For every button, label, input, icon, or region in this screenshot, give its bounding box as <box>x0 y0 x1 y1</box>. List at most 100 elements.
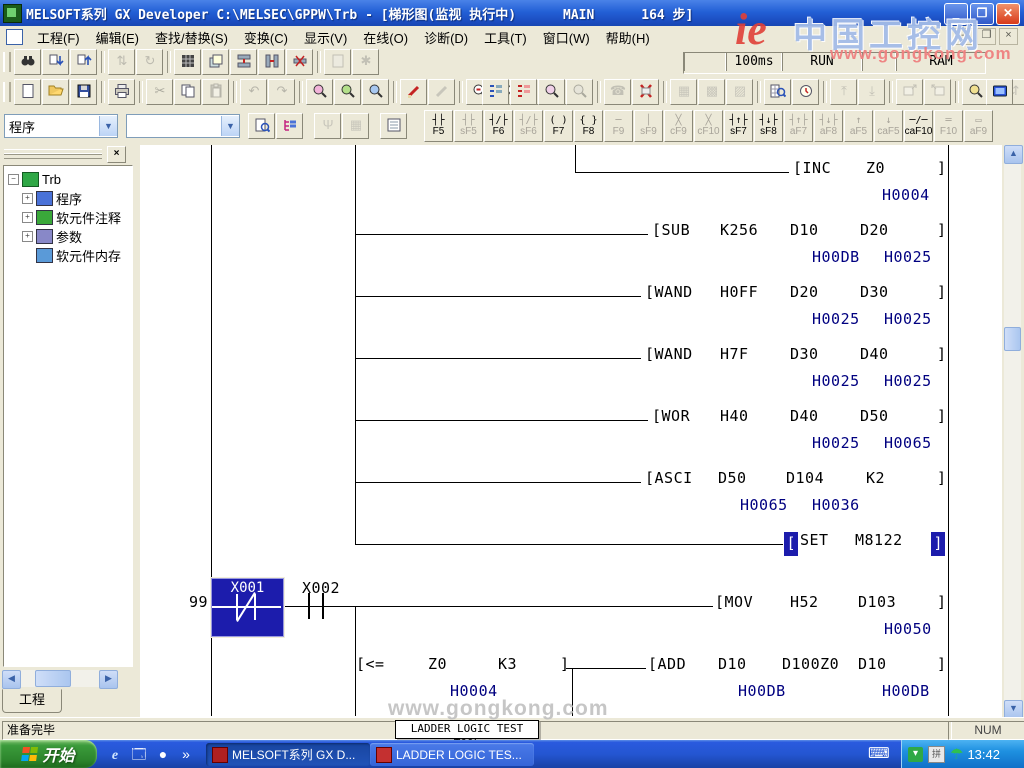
tb2-monitor-magnifier3-button[interactable] <box>362 79 389 105</box>
tb2-device-test2-button[interactable]: ▩ <box>698 79 725 105</box>
tb2-ladder-tree-red-button[interactable] <box>510 79 537 105</box>
tb2-copy-button[interactable] <box>174 79 201 105</box>
menu-item-9[interactable]: 帮助(H) <box>598 26 658 49</box>
fkey-button-F7[interactable]: ( )F7 <box>544 110 573 142</box>
project-tab[interactable]: 工程 <box>2 689 62 713</box>
tree-expand-icon[interactable]: + <box>22 193 33 204</box>
fkey-button-cF9[interactable]: ╳cF9 <box>664 110 693 142</box>
tb1-row-delete-button[interactable] <box>286 49 313 75</box>
fkey-button-aF9[interactable]: ▭aF9 <box>964 110 993 142</box>
menu-item-8[interactable]: 窗口(W) <box>535 26 598 49</box>
ladder-editor[interactable]: [INCZ0]H0004[SUBK256D10D20]H00DBH0025[WA… <box>140 145 1002 717</box>
tb2-window-jump2-button[interactable] <box>924 79 951 105</box>
scrollbar-thumb[interactable] <box>35 670 71 687</box>
panel-close-button[interactable]: × <box>107 146 126 163</box>
tb2-yellow-magnifier-button[interactable] <box>962 79 989 105</box>
tb1-hand-button[interactable]: ✱ <box>352 49 379 75</box>
tb1-binoculars-button[interactable] <box>14 49 41 75</box>
contact-x001-selected-cell[interactable]: X001 <box>211 578 284 637</box>
tb2-redo-button[interactable]: ↷ <box>268 79 295 105</box>
tb2-clock-magnifier-button[interactable] <box>792 79 819 105</box>
scroll-left-icon[interactable]: ◀ <box>2 670 21 689</box>
tree-expand-icon[interactable]: − <box>8 174 19 185</box>
fkey-button-aF8[interactable]: ┤↓├aF8 <box>814 110 843 142</box>
fkey-button-sF5[interactable]: ┤├sF5 <box>454 110 483 142</box>
ladder-logic-test-tool-window[interactable]: LADDER LOGIC TEST TOOL <box>395 720 539 739</box>
menu-item-5[interactable]: 在线(O) <box>355 26 416 49</box>
tb2-no-entry-button[interactable] <box>632 79 659 105</box>
tree-item-root[interactable]: −Trb <box>8 170 132 189</box>
keyboard-icon[interactable]: ⌨ <box>868 745 886 763</box>
menu-item-6[interactable]: 诊断(D) <box>416 26 476 49</box>
tb2-paste-button[interactable] <box>202 79 229 105</box>
tb2-pencil-gray-button[interactable] <box>428 79 455 105</box>
tb2-monitor-start-button[interactable] <box>538 79 565 105</box>
fkey-button-F6[interactable]: ┤/├F6 <box>484 110 513 142</box>
toolbar-grip[interactable] <box>3 82 11 102</box>
taskbar-task-0[interactable]: MELSOFT系列 GX D... <box>206 743 370 766</box>
tb2-ladder-tree-button[interactable] <box>482 79 509 105</box>
tb2-device-phone-button[interactable]: ☎ <box>604 79 631 105</box>
tb2-cut-button[interactable]: ✂ <box>146 79 173 105</box>
tb2-open-folder-button[interactable] <box>42 79 69 105</box>
quick-launch-overflow[interactable]: » <box>180 745 192 763</box>
desktop-icon[interactable]: 🗔 <box>130 745 148 763</box>
ladder-vertical-scrollbar[interactable]: ▲ ▼ <box>1004 145 1021 717</box>
tb2-blue-screen-button[interactable] <box>986 79 1013 105</box>
ie-icon[interactable]: e <box>106 745 124 763</box>
tb1-find-next-button[interactable] <box>42 49 69 75</box>
tb2-save-button[interactable] <box>70 79 97 105</box>
input-method-icon[interactable]: 拼 <box>928 746 945 763</box>
start-button[interactable]: 开始 <box>0 740 97 768</box>
filter-combobox[interactable]: ▼ <box>126 114 240 138</box>
fkey-button-aF7[interactable]: ┤↑├aF7 <box>784 110 813 142</box>
fkey-button-F9[interactable]: ─F9 <box>604 110 633 142</box>
tb2-device-test3-button[interactable]: ▨ <box>726 79 753 105</box>
tb2-monitor-magnifier2-button[interactable] <box>334 79 361 105</box>
tree-item-2[interactable]: +参数 <box>8 227 132 246</box>
tb1-array-grid-button[interactable] <box>174 49 201 75</box>
tree-item-1[interactable]: +软元件注释 <box>8 208 132 227</box>
tb2-grid-magnifier-button[interactable] <box>764 79 791 105</box>
tb1-find-prev-button[interactable] <box>70 49 97 75</box>
panel-drag-handle[interactable] <box>4 149 102 159</box>
restore-button[interactable]: ❐ <box>970 3 994 25</box>
tb1-row-insert-button[interactable] <box>230 49 257 75</box>
tb2-window-jump-button[interactable] <box>896 79 923 105</box>
menu-item-7[interactable]: 工具(T) <box>476 26 535 49</box>
taskbar-task-1[interactable]: LADDER LOGIC TES... <box>370 743 534 766</box>
tree-expand-icon[interactable]: + <box>22 212 33 223</box>
tb3-window-list-button[interactable] <box>380 113 407 139</box>
fkey-button-caF5[interactable]: ↓caF5 <box>874 110 903 142</box>
scroll-right-icon[interactable]: ▶ <box>99 670 118 689</box>
fkey-button-sF7[interactable]: ┤↑├sF7 <box>724 110 753 142</box>
tb1-doc-page-button[interactable] <box>324 49 351 75</box>
scrollbar-thumb[interactable] <box>1004 327 1021 351</box>
tb1-layers-button[interactable] <box>202 49 229 75</box>
fkey-button-cF10[interactable]: ╳cF10 <box>694 110 723 142</box>
menu-item-1[interactable]: 编辑(E) <box>88 26 147 49</box>
tree-item-3[interactable]: 软元件内存 <box>8 246 132 265</box>
umbrella-icon[interactable]: ☂ <box>950 745 963 763</box>
mdi-close-button[interactable]: × <box>999 28 1018 45</box>
fkey-button-F10[interactable]: ═F10 <box>934 110 963 142</box>
tb3-branch-y-button[interactable]: Ψ <box>314 113 341 139</box>
fkey-button-sF6[interactable]: ┤/├sF6 <box>514 110 543 142</box>
minimize-button[interactable]: _ <box>944 3 968 25</box>
tb2-write-pencil-button[interactable] <box>400 79 427 105</box>
mdi-document-icon[interactable] <box>6 29 23 45</box>
tb2-step-up-button[interactable]: ⤒ <box>830 79 857 105</box>
tb2-monitor-magnifier-button[interactable] <box>306 79 333 105</box>
tb3-page-magnifier-button[interactable] <box>248 113 275 139</box>
fkey-button-sF8[interactable]: ┤↓├sF8 <box>754 110 783 142</box>
close-button[interactable]: ✕ <box>996 3 1020 25</box>
mdi-restore-button[interactable]: ❐ <box>977 28 996 45</box>
tb2-print-button[interactable] <box>108 79 135 105</box>
tb3-project-tree-button[interactable] <box>276 113 303 139</box>
menu-item-0[interactable]: 工程(F) <box>29 26 88 49</box>
tb1-col-insert-button[interactable] <box>258 49 285 75</box>
fkey-button-caF10[interactable]: ─/─caF10 <box>904 110 933 142</box>
tb2-step-down-button[interactable]: ⤓ <box>858 79 885 105</box>
tree-expand-icon[interactable]: + <box>22 231 33 242</box>
tb2-monitor-stop-button[interactable] <box>566 79 593 105</box>
